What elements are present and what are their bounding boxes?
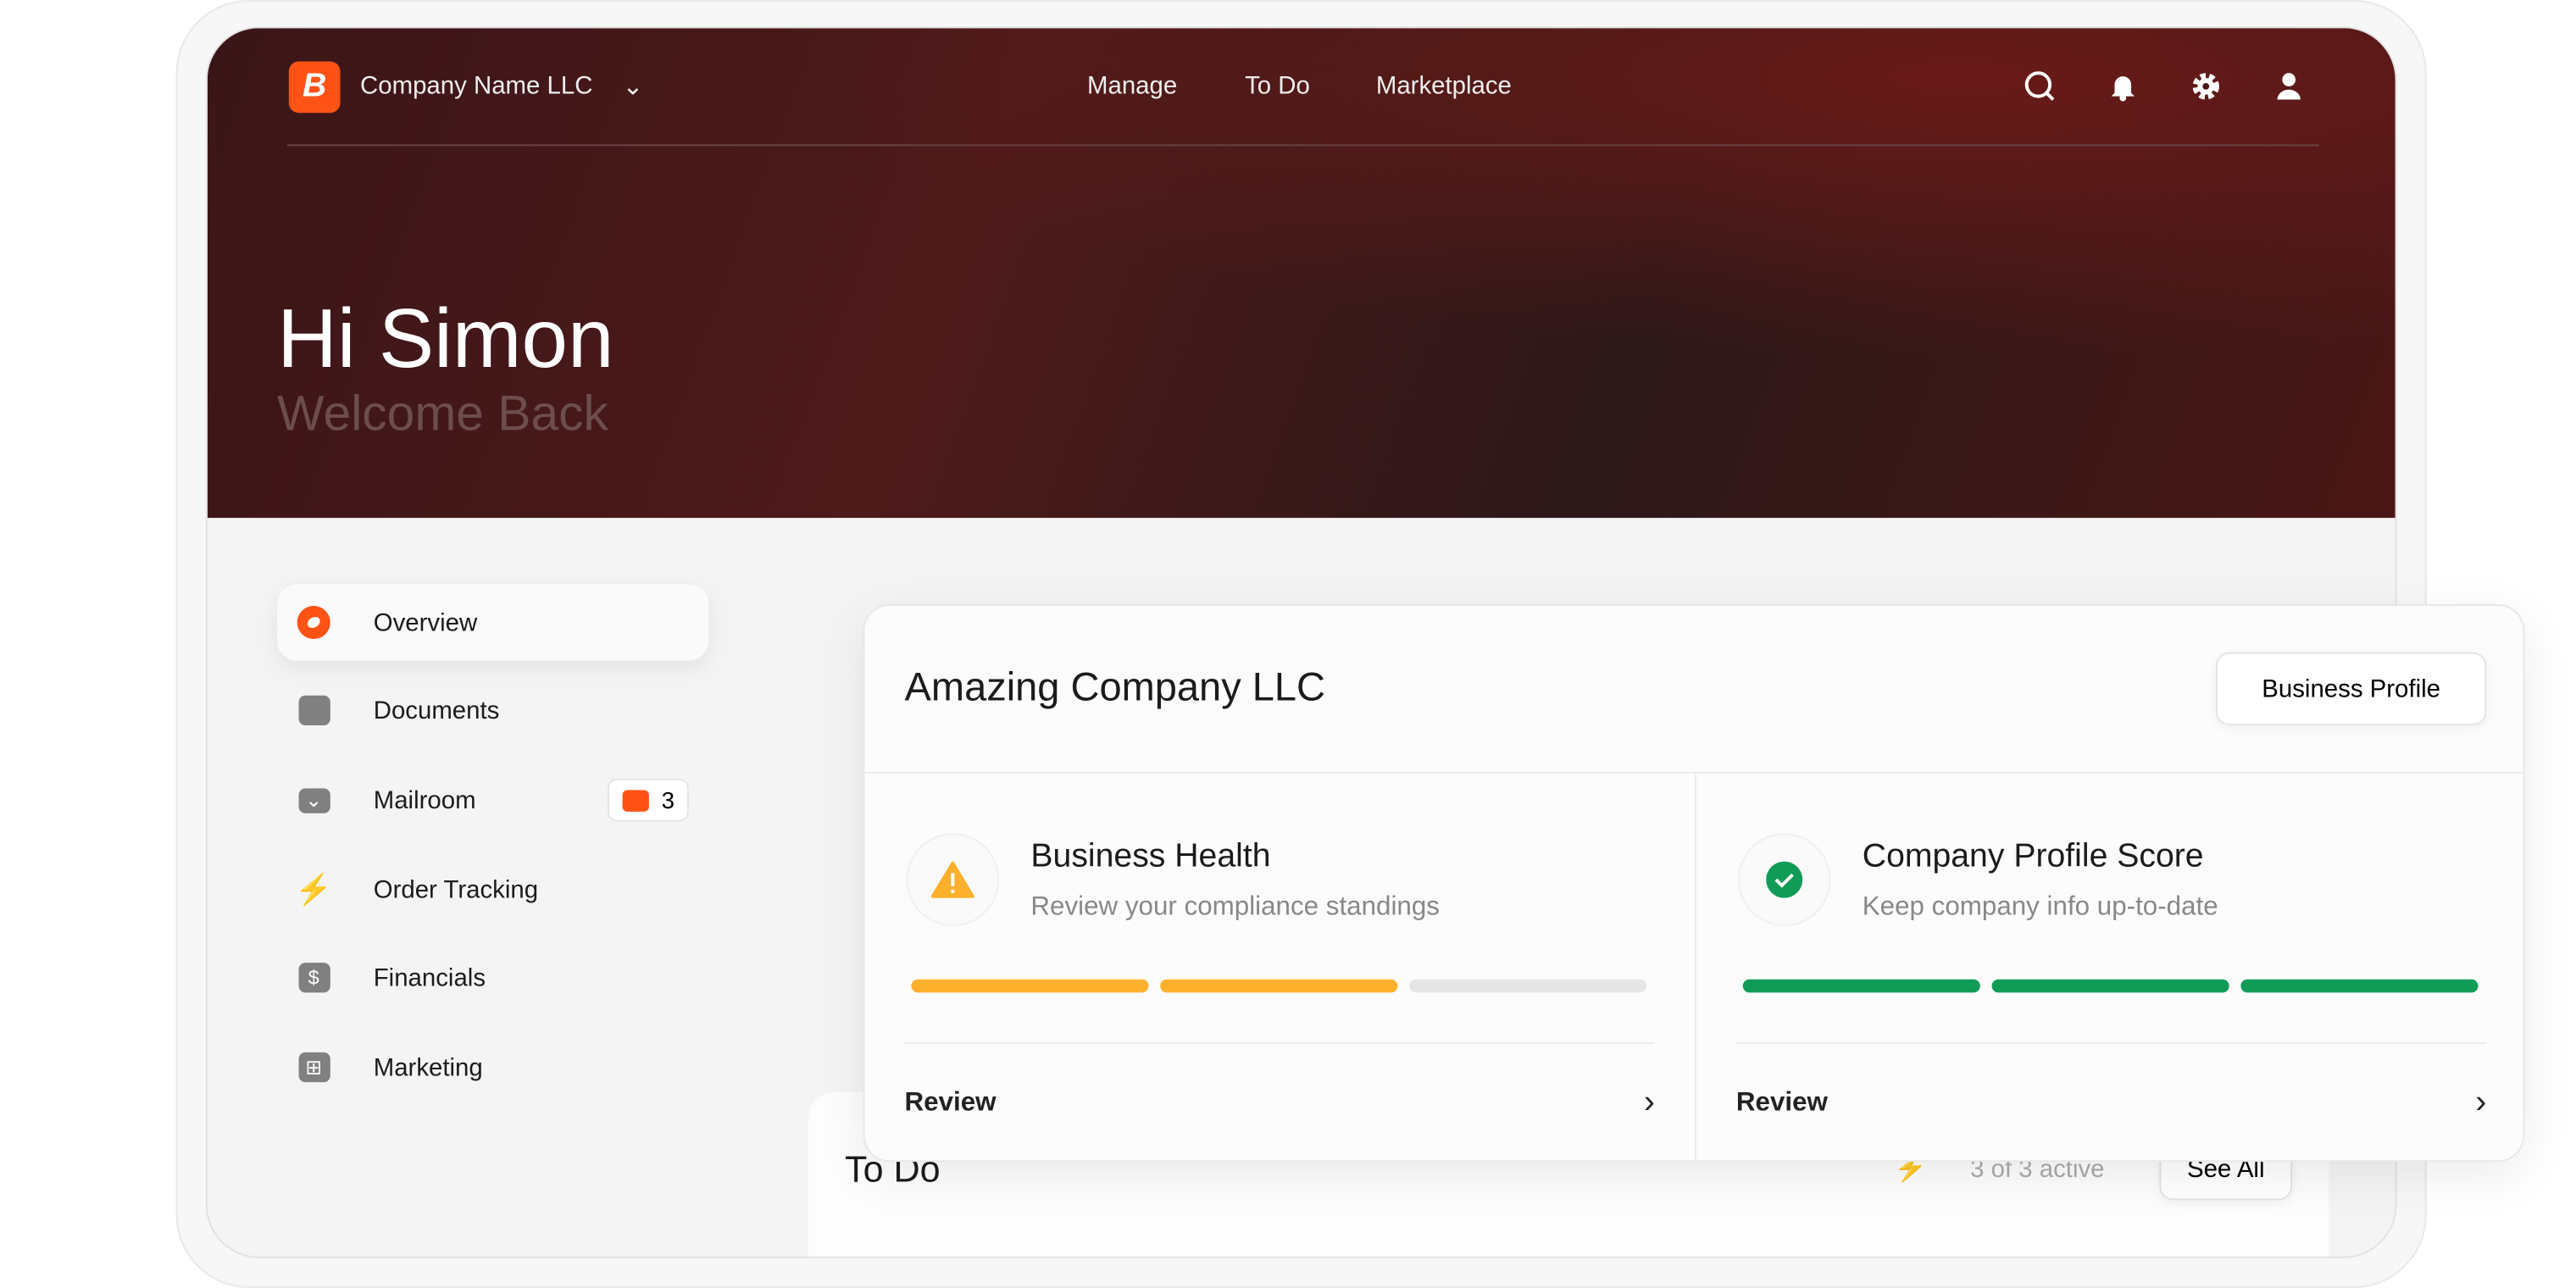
- gear-icon[interactable]: [2188, 68, 2224, 104]
- dollar-icon: $: [297, 961, 330, 994]
- progress-bar: [911, 979, 1647, 993]
- progress-segment: [1991, 979, 2229, 993]
- hero-banner: B Company Name LLC ⌄ Manage To Do Market…: [207, 28, 2396, 519]
- sidebar-item-financials[interactable]: $ Financials: [277, 940, 708, 1016]
- progress-bar: [1742, 979, 2479, 993]
- section-subtitle: Keep company info up-to-date: [1862, 892, 2218, 922]
- bell-icon[interactable]: [2105, 68, 2141, 104]
- grid-icon: ⊞: [297, 1051, 330, 1084]
- check-icon: [1737, 833, 1831, 927]
- review-profile-link[interactable]: Review ›: [1736, 1042, 2486, 1163]
- header-divider: [286, 144, 2319, 147]
- progress-segment: [1742, 979, 1980, 993]
- overview-icon: [297, 605, 330, 640]
- sidebar-item-marketing[interactable]: ⊞ Marketing: [277, 1029, 708, 1105]
- progress-segment: [2240, 979, 2479, 993]
- nav-marketplace[interactable]: Marketplace: [1376, 72, 1512, 100]
- mail-icon: [621, 789, 649, 811]
- warning-icon: [906, 833, 1000, 927]
- review-health-link[interactable]: Review ›: [905, 1042, 1655, 1163]
- chevron-right-icon: ›: [1643, 1084, 1655, 1121]
- sidebar-item-order-tracking[interactable]: ⚡ Order Tracking: [277, 852, 708, 928]
- mail-icon: ⌄: [297, 784, 330, 817]
- sidebar-item-label: Overview: [373, 608, 478, 637]
- user-icon[interactable]: [2271, 68, 2307, 104]
- progress-segment: [911, 979, 1149, 993]
- progress-segment: [1409, 979, 1647, 993]
- chevron-down-icon[interactable]: ⌄: [623, 71, 644, 101]
- section-title: Company Profile Score: [1862, 838, 2204, 875]
- lightning-icon: ⚡: [295, 872, 333, 906]
- company-title: Amazing Company LLC: [904, 665, 1326, 711]
- mail-count-badge: 3: [607, 778, 689, 822]
- nav-todo[interactable]: To Do: [1245, 72, 1310, 100]
- document-icon: [297, 694, 330, 727]
- progress-segment: [1160, 979, 1398, 993]
- sidebar-item-label: Documents: [373, 696, 500, 725]
- review-label: Review: [904, 1087, 997, 1117]
- sidebar-item-label: Order Tracking: [373, 875, 539, 904]
- section-subtitle: Review your compliance standings: [1030, 892, 1440, 922]
- logo-icon[interactable]: B: [288, 61, 341, 114]
- sidebar-item-label: Marketing: [373, 1052, 483, 1082]
- business-profile-button[interactable]: Business Profile: [2215, 652, 2487, 725]
- greeting: Hi Simon: [277, 291, 614, 386]
- sidebar-item-label: Financials: [373, 963, 486, 992]
- chevron-right-icon: ›: [2475, 1084, 2487, 1121]
- badge-count: 3: [661, 786, 675, 813]
- company-switcher[interactable]: Company Name LLC: [360, 72, 592, 100]
- sidebar-item-documents[interactable]: Documents: [277, 672, 708, 748]
- company-card: Amazing Company LLC Business Profile Bus…: [863, 604, 2525, 1164]
- sidebar-item-label: Mailroom: [373, 786, 476, 814]
- nav-manage[interactable]: Manage: [1087, 72, 1177, 100]
- review-label: Review: [1735, 1087, 1828, 1117]
- sidebar-item-overview[interactable]: Overview: [277, 584, 709, 661]
- divider: [1694, 771, 1696, 1164]
- welcome-subtitle: Welcome Back: [277, 386, 608, 442]
- section-title: Business Health: [1030, 838, 1271, 875]
- search-icon[interactable]: [2022, 68, 2058, 104]
